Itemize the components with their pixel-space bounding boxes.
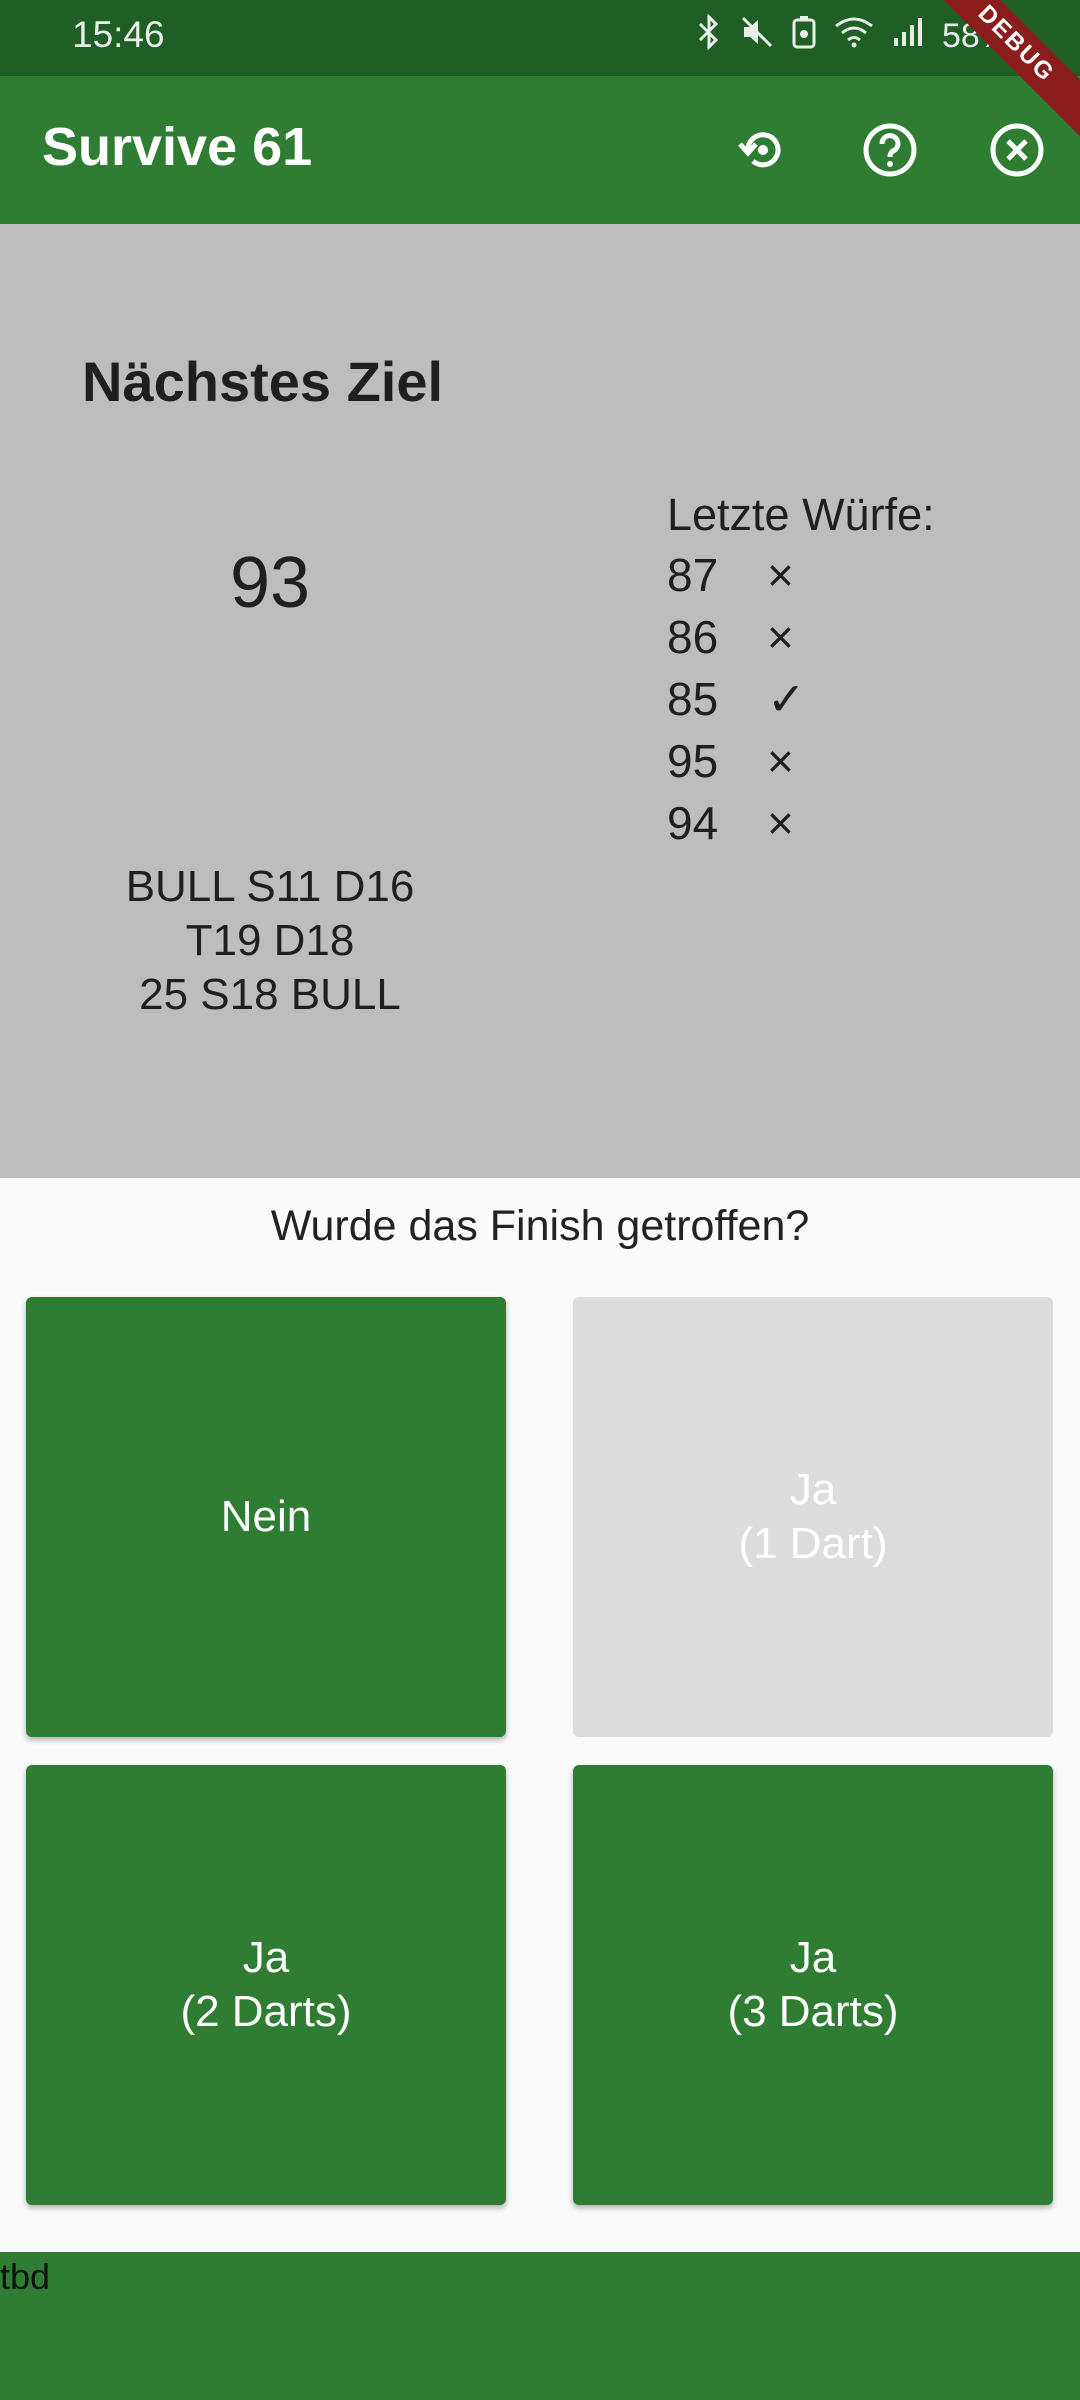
restart-button[interactable]	[730, 118, 794, 182]
throw-score: 87	[667, 549, 719, 601]
throw-result-icon: ×	[767, 611, 794, 663]
mute-icon	[740, 15, 774, 58]
footer-text: tbd	[0, 2256, 51, 2297]
target-number: 93	[229, 543, 311, 623]
page-title: Survive 61	[42, 117, 313, 177]
status-time: 15:46	[72, 14, 165, 55]
signal-icon	[892, 16, 924, 57]
help-button[interactable]	[858, 118, 922, 182]
checkout-line: 25 S18 BULL	[139, 970, 401, 1019]
app-bar: Survive 61	[0, 76, 1080, 224]
yes-1-dart-button-label: Ja (1 Dart)	[738, 1465, 888, 1568]
next-target-label: Nächstes Ziel	[82, 350, 444, 413]
close-button[interactable]	[985, 118, 1049, 182]
recent-throws-list: 87 × 86 × 85 ✓ 95 × 94 ×	[667, 544, 827, 854]
recent-throws-label: Letzte Würfe:	[667, 489, 935, 540]
throw-score: 85	[667, 673, 719, 725]
checkout-suggestions: BULL S11 D16 T19 D18 25 S18 BULL	[0, 860, 540, 1022]
restart-icon	[738, 132, 781, 168]
throw-score: 95	[667, 735, 719, 787]
throw-result-icon: ×	[767, 797, 794, 849]
list-item: 95 ×	[667, 730, 827, 792]
throw-score: 86	[667, 611, 719, 663]
help-icon	[863, 123, 917, 177]
bluetooth-icon	[696, 13, 722, 59]
checkout-line: BULL S11 D16	[125, 862, 415, 911]
yes-1-dart-button[interactable]: Ja (1 Dart)	[573, 1297, 1053, 1737]
throw-result-icon: ×	[767, 549, 794, 601]
yes-3-darts-button[interactable]: Ja (3 Darts)	[573, 1765, 1053, 2205]
list-item: 94 ×	[667, 792, 827, 854]
close-icon	[990, 123, 1044, 177]
bottom-bar	[0, 2252, 1080, 2400]
list-item: 85 ✓	[667, 668, 827, 730]
yes-3-darts-button-label: Ja (3 Darts)	[727, 1933, 899, 2036]
finish-question: Wurde das Finish getroffen?	[270, 1202, 810, 1250]
no-button[interactable]: Nein	[26, 1297, 506, 1737]
list-item: 87 ×	[667, 544, 827, 606]
wifi-icon	[834, 16, 874, 57]
throw-score: 94	[667, 797, 719, 849]
checkout-line: T19 D18	[185, 916, 355, 965]
yes-2-darts-button-label: Ja (2 Darts)	[180, 1933, 352, 2036]
throw-result-icon: ✓	[767, 673, 806, 725]
list-item: 86 ×	[667, 606, 827, 668]
battery-saver-icon	[792, 15, 816, 58]
yes-2-darts-button[interactable]: Ja (2 Darts)	[26, 1765, 506, 2205]
throw-result-icon: ×	[767, 735, 794, 787]
no-button-label: Nein	[220, 1492, 312, 1541]
game-panel: Nächstes Ziel 93 BULL S11 D16 T19 D18 25…	[0, 224, 1080, 1178]
status-icons: 58%	[696, 13, 1010, 59]
status-bar: 15:46 58%	[0, 0, 1080, 76]
